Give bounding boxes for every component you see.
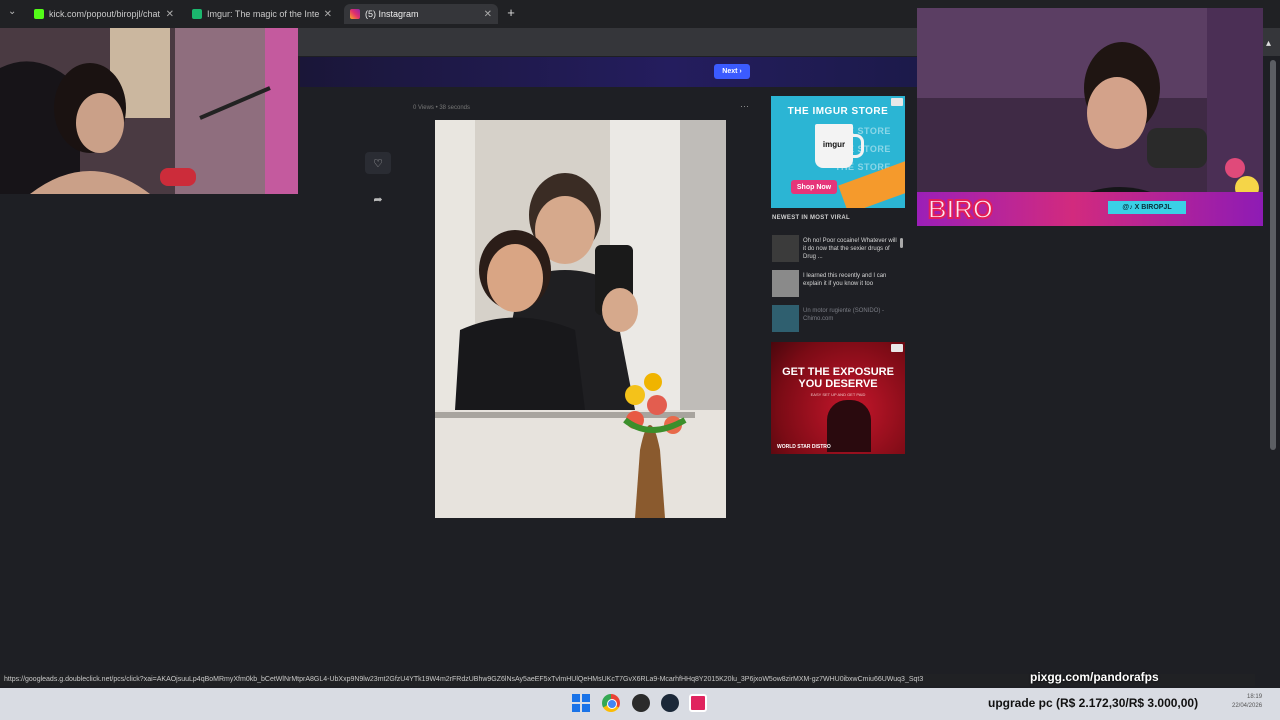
mug-icon: imgur [815,124,853,168]
mug-handle [851,134,864,158]
kick-favicon-icon [34,9,44,19]
page-scrollbar[interactable] [1270,60,1276,450]
streamer-webcam-left [0,28,298,194]
donation-link-overlay: pixgg.com/pandorafps [1030,670,1159,684]
tab-label: Imgur: The magic of the Interne [207,9,320,19]
viral-item-text: Un motor rugiente (SONIDO) - Chimo.com [803,308,885,322]
tab-search-icon[interactable]: ⌄ [8,6,16,17]
list-item[interactable]: I learned this recently and I can explai… [772,270,902,298]
chrome-icon[interactable] [602,694,620,712]
webcam-scene-left [0,28,298,194]
new-tab-plus-icon[interactable]: + [504,6,518,20]
tab-imgur[interactable]: Imgur: The magic of the Interne ✕ [186,4,338,24]
list-scroll-handle[interactable] [900,238,903,248]
tab-kick-chat[interactable]: kick.com/popout/biropjl/chat ✕ [28,4,180,24]
exposure-ad-brand: WORLD STAR DISTRO [777,444,831,450]
tab-label: (5) Instagram [365,9,419,19]
share-arrow-icon[interactable]: ➦ [365,188,391,210]
ad-choices-icon[interactable] [891,344,903,352]
shop-now-button[interactable]: Shop Now [791,180,837,194]
viral-thumbnail [772,235,799,262]
obs-icon[interactable] [632,694,650,712]
next-label: Next [722,68,738,75]
tab-label: kick.com/popout/biropjl/chat [49,9,161,19]
imgur-store-ad[interactable]: THE IMGUR STORE THE STORE THE STORE THE … [771,96,905,208]
exposure-ad-headline: GET THE EXPOSURE YOU DESERVE [782,366,894,390]
svg-text:BIRO: BIRO [928,194,993,224]
viral-thumbnail [772,270,799,297]
favorite-heart-icon[interactable]: ♡ [365,152,391,174]
windows-icon[interactable] [572,694,590,712]
list-item[interactable]: Un motor rugiente (SONIDO) - Chimo.com [772,305,902,333]
steam-icon[interactable] [661,694,679,712]
instagram-favicon-icon [350,9,360,19]
exposure-ad[interactable]: GET THE EXPOSURE YOU DESERVE EASY SET UP… [771,342,905,454]
social-handle-tag: @♪ X BIROPJL [1108,201,1186,214]
close-icon[interactable]: ✕ [324,9,332,20]
viral-item-text: Oh no! Poor cocaine! Whatever will it do… [803,238,897,260]
mug-label: imgur [822,140,846,149]
tab-instagram[interactable]: (5) Instagram ✕ [344,4,498,24]
viral-item-text: I learned this recently and I can explai… [803,273,887,287]
imgur-favicon-icon [192,9,202,19]
post-meta: 0 Views • 38 seconds [413,105,471,111]
ad-choices-icon[interactable] [891,98,903,106]
post-image[interactable] [435,120,726,518]
clock-time: 18:19 [1247,694,1263,700]
clock-date: 22/04/2026 [1232,703,1263,709]
viral-thumbnail [772,305,799,332]
close-icon[interactable]: ✕ [484,9,492,20]
imgur-header [300,57,917,87]
scroll-up-icon[interactable]: ▴ [1266,38,1271,49]
donation-goal-text: upgrade pc (R$ 2.172,30/R$ 3.000,00) [988,696,1199,710]
close-icon[interactable]: ✕ [166,9,174,20]
app-icon[interactable] [689,694,707,712]
performer-figure [827,400,871,452]
list-item[interactable]: Oh no! Poor cocaine! Whatever will it do… [772,235,902,263]
newest-viral-title: NEWEST IN MOST VIRAL [772,215,850,221]
selfie-photo [435,120,726,518]
store-ad-title: THE IMGUR STORE [787,106,889,117]
exposure-ad-subline: EASY SET UP AND GET PAID [810,392,866,397]
more-options-icon[interactable]: ··· [740,101,749,111]
graffiti-logo: BIRO [927,193,994,225]
system-clock: 18:19 22/04/2026 [1232,693,1262,711]
next-post-button[interactable]: Next › [714,64,750,79]
